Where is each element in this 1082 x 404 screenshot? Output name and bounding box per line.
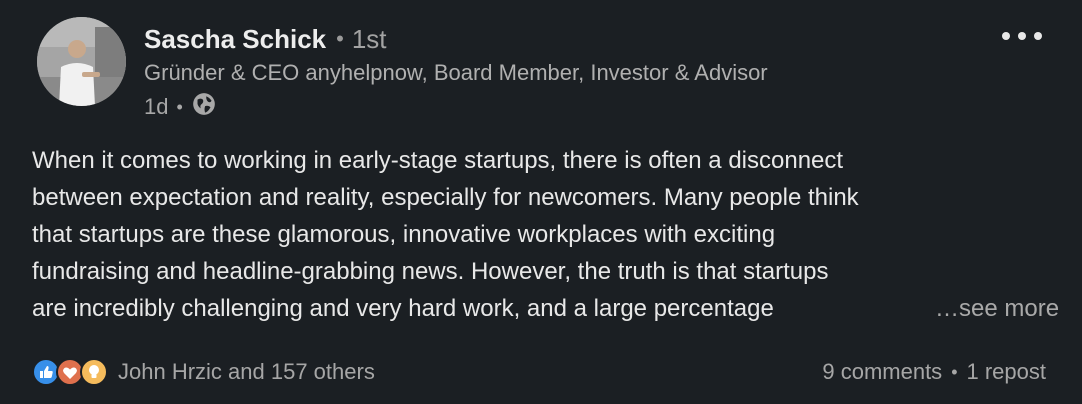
- reactions-icons[interactable]: [32, 356, 112, 388]
- post-meta: 1d •: [144, 93, 217, 121]
- separator-dot: •: [176, 96, 183, 117]
- reposts-count-link[interactable]: 1 repost: [967, 359, 1047, 385]
- post-text-line: fundraising and headline-grabbing news. …: [32, 258, 829, 285]
- more-horizontal-icon: [1002, 32, 1042, 40]
- separator-dot: •: [336, 26, 344, 51]
- post-text-line: that startups are these glamorous, innov…: [32, 221, 776, 248]
- avatar-photo: [37, 17, 126, 106]
- post-text-line: are incredibly challenging and very hard…: [32, 295, 774, 322]
- connection-degree: 1st: [351, 23, 387, 54]
- post-body: When it comes to working in early-stage …: [32, 142, 1059, 327]
- see-more-link[interactable]: …see more: [935, 290, 1059, 327]
- post-time: 1d: [144, 94, 169, 119]
- avatar[interactable]: [37, 17, 126, 106]
- insightful-icon: [80, 358, 108, 386]
- author-name[interactable]: Sascha Schick: [144, 24, 326, 55]
- separator-dot: •: [951, 361, 958, 382]
- author-headline: Gründer & CEO anyhelpnow, Board Member, …: [144, 60, 768, 85]
- feed-post: Sascha Schick • 1st Gründer & CEO anyhel…: [0, 0, 1082, 404]
- reactions-summary[interactable]: John Hrzic and 157 others: [118, 359, 375, 385]
- post-text-line: between expectation and reality, especia…: [32, 184, 859, 211]
- more-options-button[interactable]: [998, 22, 1046, 50]
- comments-count-link[interactable]: 9 comments: [822, 359, 942, 385]
- globe-icon: [191, 91, 217, 123]
- post-text-line: When it comes to working in early-stage …: [32, 147, 844, 174]
